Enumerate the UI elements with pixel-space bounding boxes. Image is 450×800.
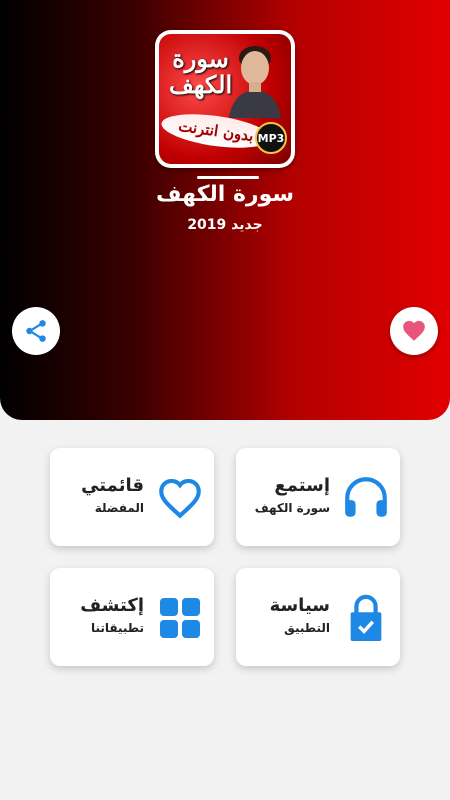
logo-title-text: سورة الكهف [169,44,233,99]
favorites-card[interactable]: قائمتي المفضلة [50,448,214,546]
app-logo: سورة الكهف بدون انترنت MP3 [155,30,295,168]
favorites-card-text: قائمتي المفضلة [54,474,144,518]
explore-card-title: إكتشف [80,595,144,616]
listen-card-icon-wrap [340,472,392,524]
policy-card-icon-wrap [340,592,392,644]
headphones-icon [345,477,387,517]
explore-card-subtitle: تطبيقاتنا [90,621,144,635]
policy-card-subtitle: التطبيق [284,621,330,635]
favorites-card-icon-wrap [154,472,206,524]
listen-card-title: إستمع [274,475,330,496]
share-icon [26,320,46,342]
share-button[interactable] [12,307,60,355]
favorite-button[interactable] [390,307,438,355]
policy-card-text: سياسة التطبيق [240,594,330,638]
explore-card[interactable]: إكتشف تطبيقاتنا [50,568,214,666]
policy-card-title: سياسة [269,595,330,616]
favorites-card-subtitle: المفضلة [94,501,144,515]
lock-icon [350,594,382,641]
heart-outline-icon [159,478,201,519]
favorites-card-title: قائمتي [81,475,144,496]
app-logo-art: سورة الكهف بدون انترنت MP3 [159,34,291,164]
page-title: سورة الكهف [155,182,295,207]
policy-card[interactable]: سياسة التطبيق [236,568,400,666]
heart-icon [403,320,425,341]
portrait-image [229,46,281,118]
title-divider [197,176,259,179]
explore-card-icon-wrap [154,592,206,644]
page-subtitle: جديد 2019 [187,217,263,233]
listen-card-subtitle: سورة الكهف [254,501,330,515]
listen-card-text: إستمع سورة الكهف [240,474,330,518]
mp3-badge: MP3 [255,122,287,154]
listen-card[interactable]: إستمع سورة الكهف [236,448,400,546]
header-banner: سورة الكهف بدون انترنت MP3 سورة الكهف جد… [0,0,450,420]
grid-apps-icon [160,598,200,638]
explore-card-text: إكتشف تطبيقاتنا [54,594,144,638]
